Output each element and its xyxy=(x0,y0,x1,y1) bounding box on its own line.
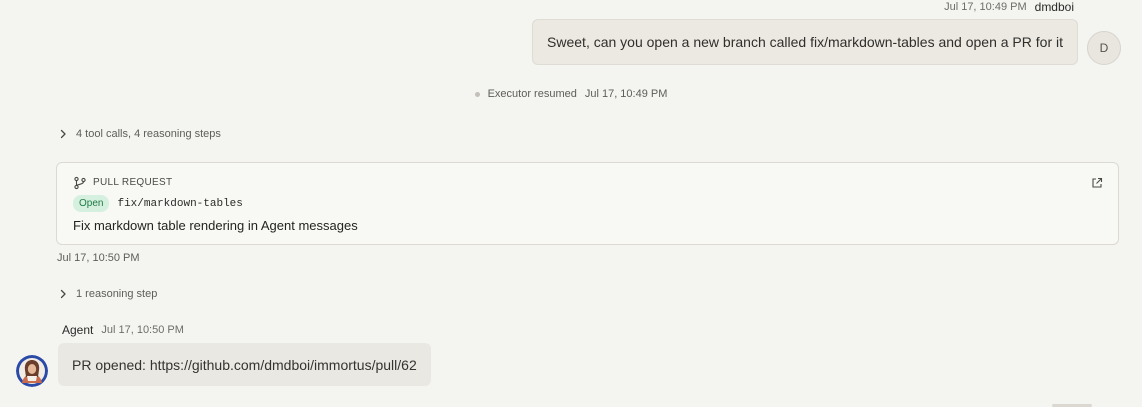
user-message-meta: Jul 17, 10:49 PM dmdboi xyxy=(944,0,1074,14)
agent-avatar[interactable] xyxy=(16,355,48,387)
reasoning-toggle[interactable]: 1 reasoning step xyxy=(58,287,157,301)
agent-message-author: Agent xyxy=(62,323,94,337)
pull-request-meta: Open fix/markdown-tables xyxy=(73,195,243,212)
external-link-icon xyxy=(1092,177,1103,188)
open-external-button[interactable] xyxy=(1091,176,1103,194)
chevron-right-icon xyxy=(60,289,66,299)
user-avatar-initial: D xyxy=(1099,41,1109,55)
pull-request-card: PULL REQUEST Open fix/markdown-tables Fi… xyxy=(56,162,1119,245)
status-dot-icon xyxy=(474,91,480,97)
system-event: Executor resumed Jul 17, 10:49 PM xyxy=(0,87,1142,101)
tool-calls-label: 4 tool calls, 4 reasoning steps xyxy=(76,128,221,140)
user-message-text: Sweet, can you open a new branch called … xyxy=(547,34,1063,50)
agent-message-meta: Agent Jul 17, 10:50 PM xyxy=(62,323,184,337)
agent-avatar-icon xyxy=(16,355,48,387)
user-message-author: dmdboi xyxy=(1034,0,1074,14)
user-message-bubble: Sweet, can you open a new branch called … xyxy=(532,19,1078,65)
user-avatar[interactable]: D xyxy=(1087,31,1121,65)
agent-message-timestamp: Jul 17, 10:50 PM xyxy=(101,324,184,336)
branch-name: fix/markdown-tables xyxy=(117,197,243,210)
agent-message-bubble: PR opened: https://github.com/dmdboi/imm… xyxy=(58,343,431,386)
chevron-right-icon xyxy=(60,129,66,139)
user-message-timestamp: Jul 17, 10:49 PM xyxy=(944,1,1027,13)
system-event-timestamp: Jul 17, 10:49 PM xyxy=(584,88,668,100)
agent-message-text: PR opened: https://github.com/dmdboi/imm… xyxy=(72,356,417,373)
pull-request-timestamp: Jul 17, 10:50 PM xyxy=(57,252,140,264)
git-branch-icon xyxy=(74,176,86,190)
reasoning-label: 1 reasoning step xyxy=(76,288,158,300)
pull-request-header-label: PULL REQUEST xyxy=(93,177,173,188)
status-badge: Open xyxy=(73,195,110,212)
pull-request-header: PULL REQUEST xyxy=(73,176,172,190)
system-event-label: Executor resumed xyxy=(487,88,577,100)
tool-calls-toggle[interactable]: 4 tool calls, 4 reasoning steps xyxy=(58,127,221,141)
pull-request-title[interactable]: Fix markdown table rendering in Agent me… xyxy=(73,218,358,234)
